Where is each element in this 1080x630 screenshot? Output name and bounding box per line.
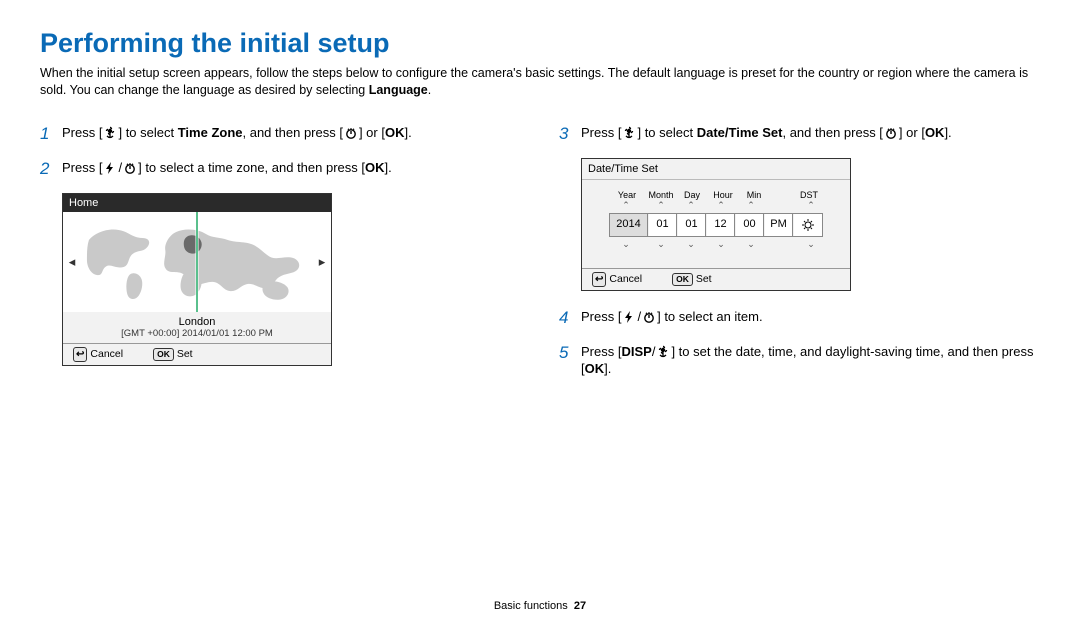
flash-icon — [622, 310, 636, 324]
min-cell[interactable]: 00 — [736, 214, 764, 236]
timer-icon — [344, 126, 358, 140]
year-cell[interactable]: 2014 — [610, 214, 648, 236]
cancel-button[interactable]: ↩Cancel — [592, 272, 642, 287]
hour-cell[interactable]: 12 — [707, 214, 735, 236]
up-arrows: ⌃⌃⌃⌃⌃⌃ — [592, 200, 840, 211]
ok-key-icon: OK — [672, 273, 693, 286]
down-arrows: ⌄⌄⌄⌄⌄⌄ — [592, 239, 840, 250]
day-cell[interactable]: 01 — [678, 214, 706, 236]
step-number: 1 — [40, 123, 54, 146]
step-number: 4 — [559, 307, 573, 330]
macro-icon — [103, 126, 117, 140]
page-footer: Basic functions 27 — [40, 600, 1040, 612]
month-cell[interactable]: 01 — [649, 214, 677, 236]
timer-icon — [123, 161, 137, 175]
page-title: Performing the initial setup — [40, 28, 1040, 59]
ok-icon: OK — [925, 125, 945, 140]
datetime-labels: Year Month Day Hour Min DST — [592, 190, 840, 200]
world-map-icon — [81, 212, 313, 312]
step-2: 2 Press [/] to select a time zone, and t… — [40, 158, 521, 181]
set-button[interactable]: OKSet — [672, 273, 712, 286]
prev-arrow-icon[interactable]: ◂ — [63, 254, 81, 270]
timer-icon — [884, 126, 898, 140]
macro-icon — [622, 126, 636, 140]
flash-icon — [103, 161, 117, 175]
step-3: 3 Press [] to select Date/Time Set, and … — [559, 123, 1040, 146]
ok-icon: OK — [365, 160, 385, 175]
timezone-gmt: [GMT +00:00] 2014/01/01 12:00 PM — [63, 328, 331, 343]
intro-text: When the initial setup screen appears, f… — [40, 65, 1040, 99]
timezone-title: Home — [63, 194, 331, 212]
datetime-title: Date/Time Set — [582, 159, 850, 180]
step-number: 2 — [40, 158, 54, 181]
datetime-screen: Date/Time Set Year Month Day Hour Min DS… — [581, 158, 851, 291]
ok-icon: OK — [585, 361, 605, 376]
timer-icon — [642, 310, 656, 324]
timezone-screen: Home ◂ ▸ London — [62, 193, 332, 366]
step-number: 5 — [559, 342, 573, 365]
back-icon: ↩ — [592, 272, 606, 287]
next-arrow-icon[interactable]: ▸ — [313, 254, 331, 270]
ok-icon: OK — [385, 125, 405, 140]
set-button[interactable]: OKSet — [153, 348, 193, 361]
disp-icon: DISP — [621, 344, 651, 359]
step-5: 5 Press [DISP/] to set the date, time, a… — [559, 342, 1040, 378]
step-4: 4 Press [/] to select an item. — [559, 307, 1040, 330]
dst-cell[interactable] — [794, 214, 822, 236]
back-icon: ↩ — [73, 347, 87, 362]
macro-icon — [656, 345, 670, 359]
step-number: 3 — [559, 123, 573, 146]
ok-key-icon: OK — [153, 348, 174, 361]
ampm-cell[interactable]: PM — [765, 214, 793, 236]
cancel-button[interactable]: ↩Cancel — [73, 347, 123, 362]
datetime-cells[interactable]: 2014 01 01 12 00 PM — [609, 213, 823, 237]
timezone-location: London — [63, 312, 331, 328]
step-1: 1 Press [] to select Time Zone, and then… — [40, 123, 521, 146]
